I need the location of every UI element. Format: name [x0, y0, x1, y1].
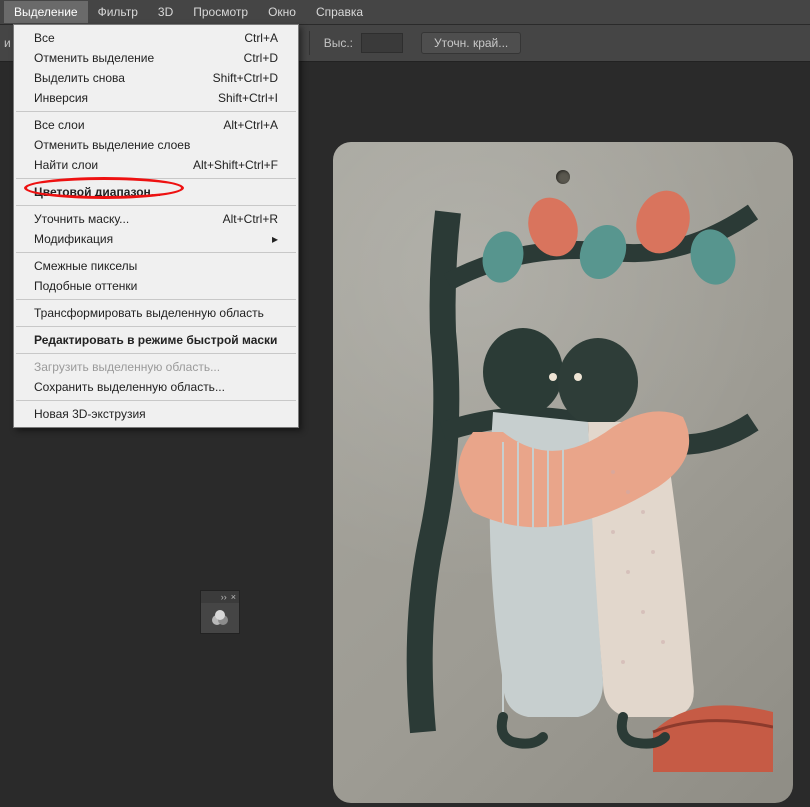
menu-filter[interactable]: Фильтр [88, 1, 148, 23]
artwork-board [333, 142, 793, 803]
menu-item[interactable]: Инверсия Shift+Ctrl+I [14, 88, 298, 108]
menu-item-shortcut: Shift+Ctrl+I [218, 91, 278, 105]
menu-item-shortcut: Alt+Shift+Ctrl+F [193, 158, 278, 172]
color-wheel-icon[interactable] [210, 608, 230, 628]
menu-selection[interactable]: Выделение [4, 1, 88, 23]
menu-item-label: Редактировать в режиме быстрой маски [34, 333, 277, 347]
menu-help[interactable]: Справка [306, 1, 373, 23]
submenu-arrow-icon: ▸ [272, 232, 278, 246]
separator [309, 31, 310, 55]
menu-separator [16, 353, 296, 354]
menu-item[interactable]: Смежные пикселы [14, 256, 298, 276]
menu-item[interactable]: Выделить снова Shift+Ctrl+D [14, 68, 298, 88]
menu-separator [16, 326, 296, 327]
menu-separator [16, 252, 296, 253]
menu-separator [16, 400, 296, 401]
menu-3d[interactable]: 3D [148, 1, 183, 23]
menu-item[interactable]: Редактировать в режиме быстрой маски [14, 330, 298, 350]
menu-item-shortcut: Alt+Ctrl+A [223, 118, 278, 132]
menu-item-label: Отменить выделение слоев [34, 138, 190, 152]
menu-item-label: Подобные оттенки [34, 279, 137, 293]
menu-item-label: Инверсия [34, 91, 88, 105]
menu-item[interactable]: Сохранить выделенную область... [14, 377, 298, 397]
expand-icon[interactable]: ›› [221, 592, 227, 602]
menu-item[interactable]: Отменить выделение Ctrl+D [14, 48, 298, 68]
menu-separator [16, 178, 296, 179]
menu-item[interactable]: Отменить выделение слоев [14, 135, 298, 155]
menu-item: Загрузить выделенную область... [14, 357, 298, 377]
menu-item-label: Найти слои [34, 158, 98, 172]
menu-item-label: Все [34, 31, 55, 45]
artwork-illustration [353, 172, 773, 772]
menu-item-label: Модификация [34, 232, 113, 246]
close-icon[interactable]: × [231, 592, 236, 602]
menu-separator [16, 205, 296, 206]
floating-panel[interactable]: ›› × [200, 590, 240, 634]
menu-item-label: Отменить выделение [34, 51, 154, 65]
refine-edge-button[interactable]: Уточн. край... [421, 32, 521, 54]
menu-item[interactable]: Цветовой диапазон... [14, 182, 298, 202]
menu-item[interactable]: Новая 3D-экструзия [14, 404, 298, 424]
menu-item[interactable]: Все слои Alt+Ctrl+A [14, 115, 298, 135]
menu-item-label: Смежные пикселы [34, 259, 137, 273]
floating-panel-header[interactable]: ›› × [201, 591, 239, 603]
menu-item-shortcut: Shift+Ctrl+D [213, 71, 278, 85]
menu-separator [16, 299, 296, 300]
menu-item-shortcut: Ctrl+A [244, 31, 278, 45]
menu-item-shortcut: Ctrl+D [244, 51, 278, 65]
menu-item-label: Уточнить маску... [34, 212, 129, 226]
menu-item[interactable]: Подобные оттенки [14, 276, 298, 296]
menu-item-label: Цветовой диапазон... [34, 185, 161, 199]
menu-view[interactable]: Просмотр [183, 1, 258, 23]
menu-item[interactable]: Уточнить маску... Alt+Ctrl+R [14, 209, 298, 229]
menu-item-label: Все слои [34, 118, 85, 132]
height-label: Выс.: [324, 36, 353, 50]
menu-separator [16, 111, 296, 112]
menu-item-label: Трансформировать выделенную область [34, 306, 264, 320]
menu-item-label: Выделить снова [34, 71, 125, 85]
menu-window[interactable]: Окно [258, 1, 306, 23]
selection-dropdown: Все Ctrl+A Отменить выделение Ctrl+D Выделит… [13, 24, 299, 428]
menu-item-shortcut: Alt+Ctrl+R [223, 212, 278, 226]
menubar: Выделение Фильтр 3D Просмотр Окно Справк… [0, 0, 810, 24]
cropped-label: и [4, 36, 11, 50]
height-input[interactable] [361, 33, 403, 53]
menu-item-label: Сохранить выделенную область... [34, 380, 225, 394]
menu-item[interactable]: Трансформировать выделенную область [14, 303, 298, 323]
menu-item[interactable]: Все Ctrl+A [14, 28, 298, 48]
menu-item-label: Новая 3D-экструзия [34, 407, 146, 421]
menu-item[interactable]: Найти слои Alt+Shift+Ctrl+F [14, 155, 298, 175]
menu-item-label: Загрузить выделенную область... [34, 360, 220, 374]
menu-item[interactable]: Модификация ▸ [14, 229, 298, 249]
